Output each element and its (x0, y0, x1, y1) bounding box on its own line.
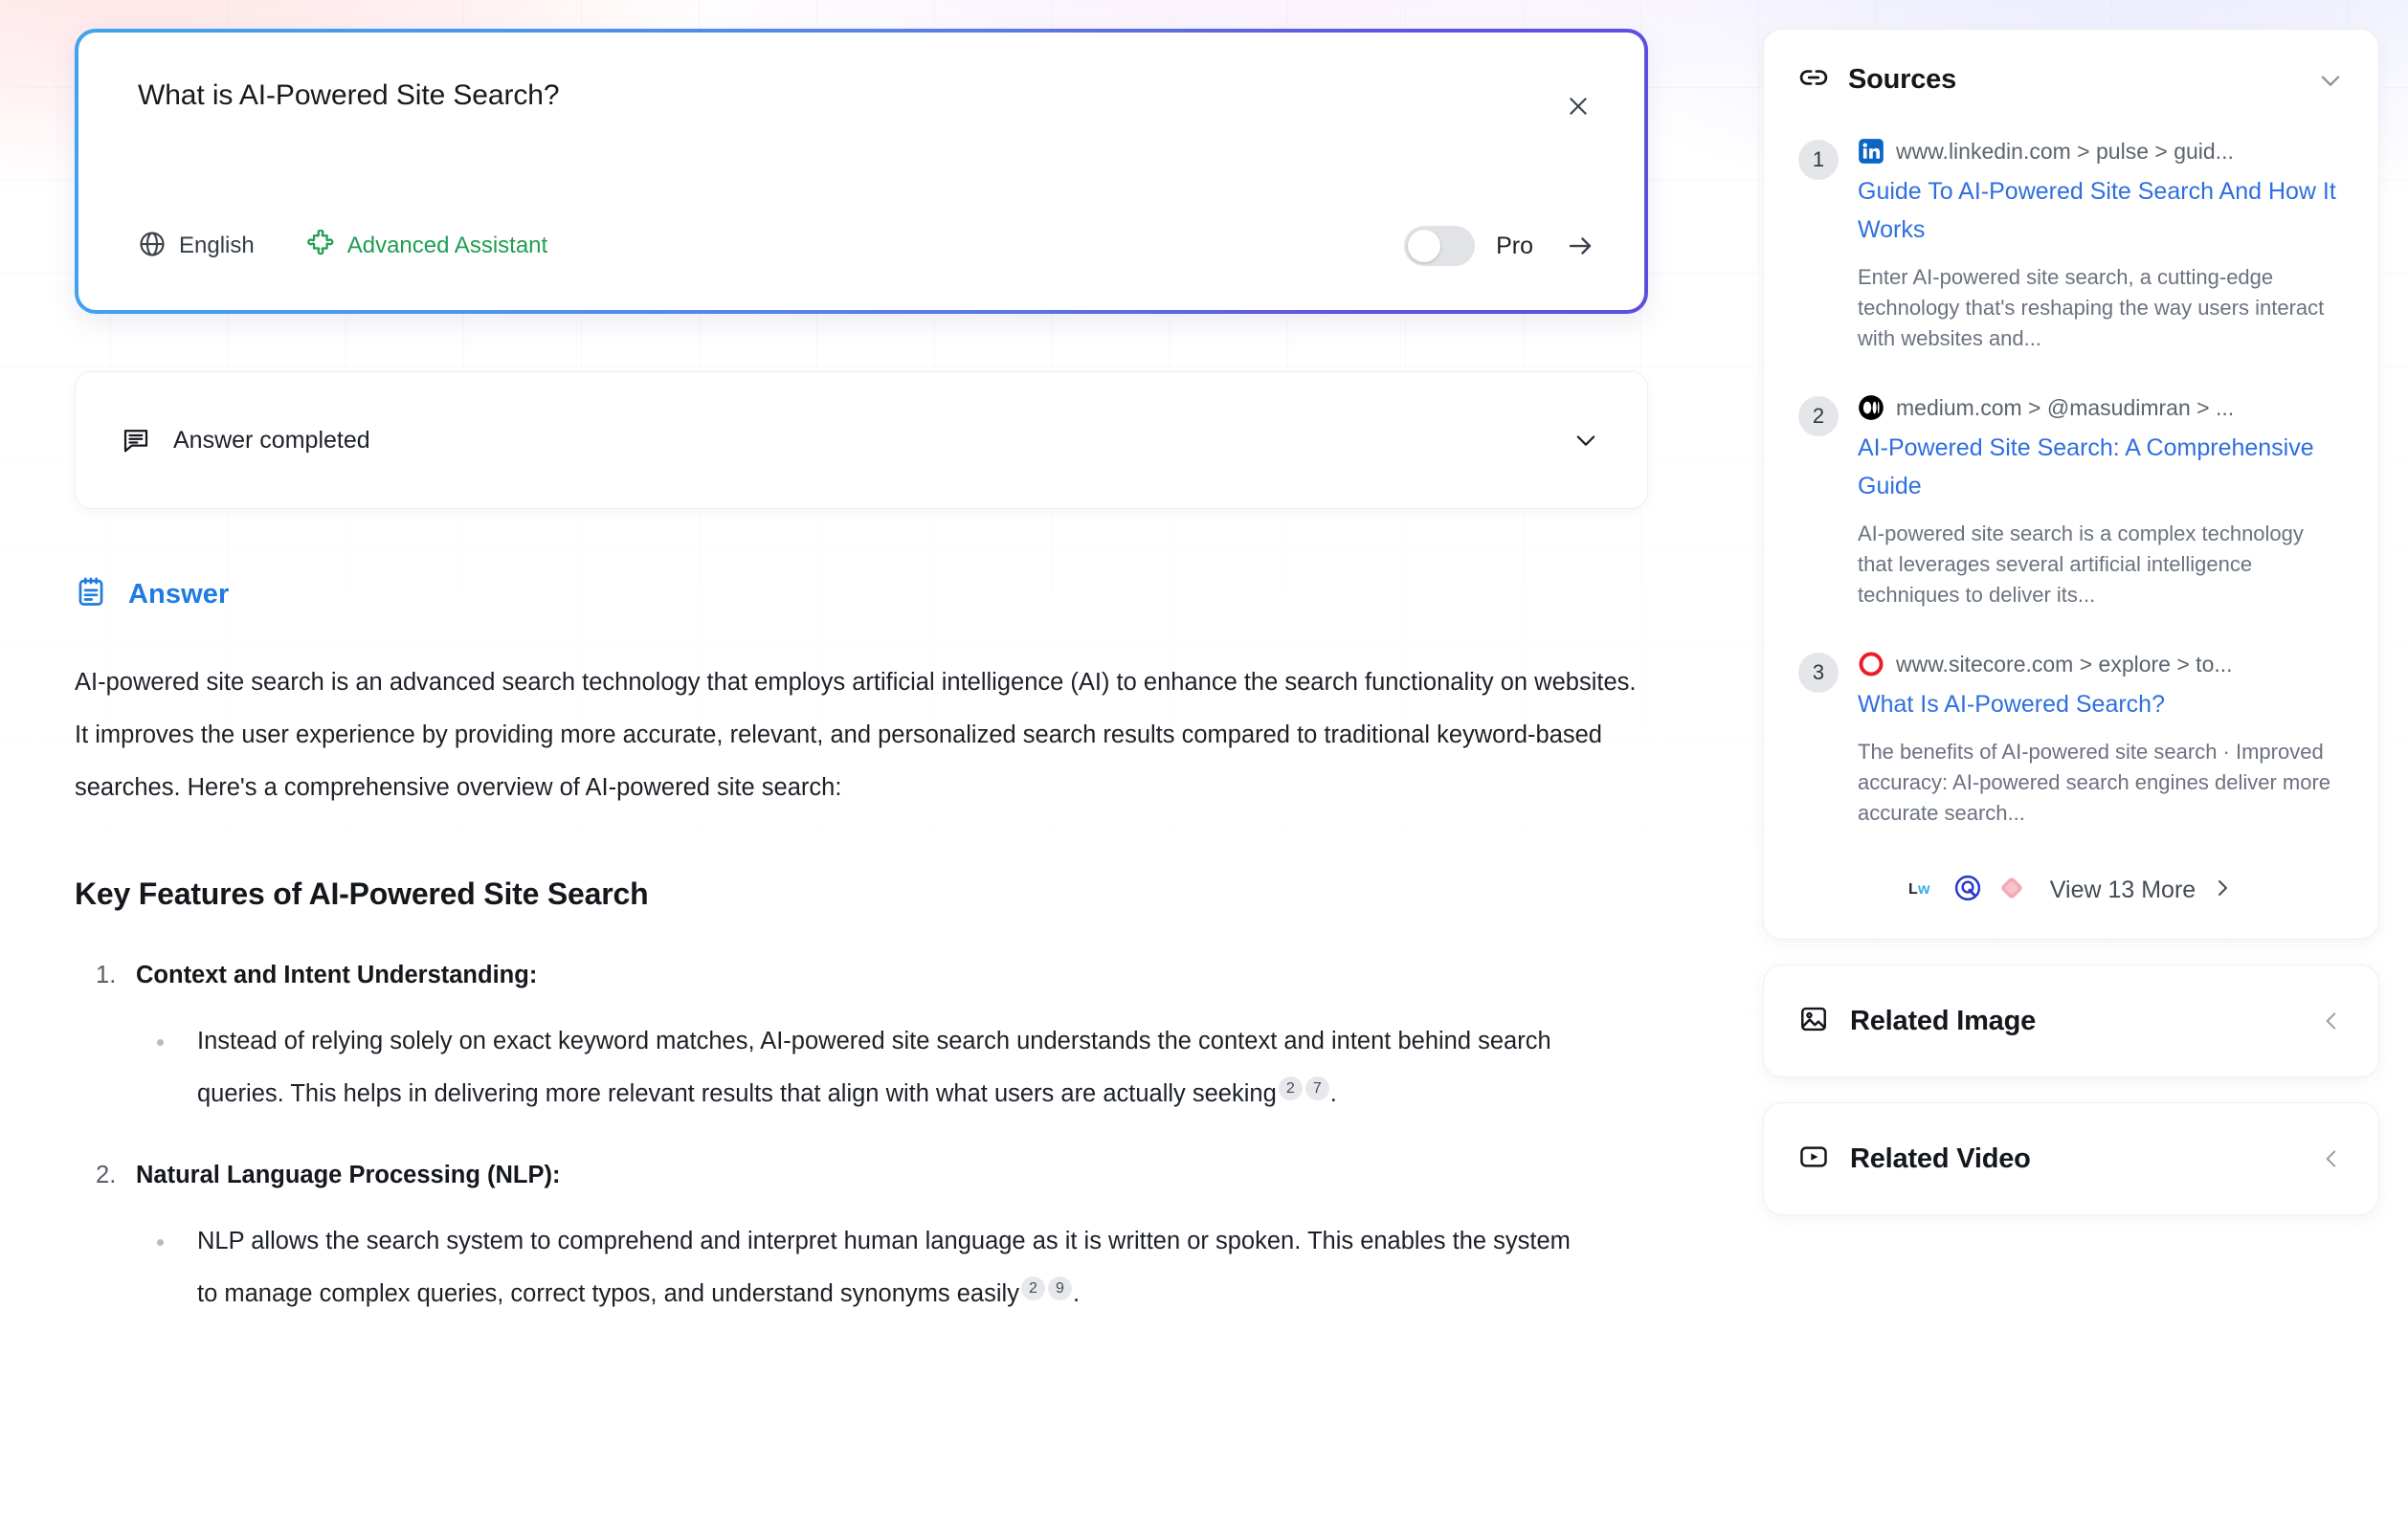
answer-intro-paragraph: AI-powered site search is an advanced se… (75, 669, 1637, 801)
view-more-favicons: L w (1908, 875, 2025, 906)
feature-detail-tail: . (1072, 1280, 1081, 1307)
source-title[interactable]: What Is AI-Powered Search? (1858, 685, 2344, 723)
related-image-title: Related Image (1850, 1005, 2037, 1036)
svg-text:L: L (1908, 881, 1918, 898)
close-icon[interactable] (1562, 90, 1594, 122)
related-video-panel[interactable]: Related Video (1763, 1102, 2379, 1215)
list-item: Context and Intent Understanding: Instea… (75, 949, 1648, 1121)
linkedin-icon (1858, 138, 1884, 165)
source-snippet: The benefits of AI-powered site search ·… (1858, 740, 2331, 825)
image-icon (1798, 1004, 1829, 1039)
feature-detail-tail: . (1329, 1080, 1337, 1107)
sources-panel: Sources 1 www.linkedin.com > pulse > gui… (1763, 29, 2379, 940)
source-body: www.sitecore.com > explore > to... What … (1858, 651, 2344, 829)
citation-badge[interactable]: 7 (1304, 1076, 1329, 1100)
svg-text:w: w (1917, 881, 1930, 898)
list-item: Instead of relying solely on exact keywo… (136, 1015, 1591, 1121)
answer-status-bar[interactable]: Answer completed (75, 371, 1648, 509)
search-box-footer: English Advanced Assistant Pro (138, 224, 1598, 268)
main-column: What is AI-Powered Site Search? English … (75, 29, 1648, 1320)
advanced-assistant-toggle[interactable]: Advanced Assistant (306, 228, 548, 263)
list-item: Natural Language Processing (NLP): NLP a… (75, 1149, 1648, 1320)
puzzle-piece-icon (306, 228, 335, 263)
source-title[interactable]: AI-Powered Site Search: A Comprehensive … (1858, 429, 2344, 505)
source-url-row: medium.com > @masudimran > ... (1858, 394, 2344, 421)
chevron-down-icon[interactable] (1572, 427, 1599, 454)
chevron-left-icon[interactable] (2319, 1146, 2344, 1171)
feature-sub-list: Instead of relying solely on exact keywo… (136, 1015, 1648, 1121)
language-label: English (179, 233, 255, 258)
feature-detail-text: Instead of relying solely on exact keywo… (197, 1028, 1551, 1107)
source-url: medium.com > @masudimran > ... (1896, 394, 2235, 420)
view-more-label: View 13 More (2049, 876, 2196, 903)
source-item[interactable]: 3 www.sitecore.com > explore > to... Wha… (1798, 651, 2344, 829)
source-snippet: AI-powered site search is a complex tech… (1858, 521, 2304, 607)
feature-title: Context and Intent Understanding: (136, 962, 538, 988)
source-item[interactable]: 1 www.linkedin.com > pulse > guid... Gui… (1798, 138, 2344, 354)
q-circle-icon (1954, 875, 1981, 906)
related-image-panel[interactable]: Related Image (1763, 965, 2379, 1077)
message-lines-icon (122, 426, 150, 455)
source-snippet: Enter AI-powered site search, a cutting-… (1858, 265, 2325, 350)
source-url-row: www.linkedin.com > pulse > guid... (1858, 138, 2344, 165)
globe-icon (138, 230, 167, 263)
source-url-row: www.sitecore.com > explore > to... (1858, 651, 2344, 677)
related-video-title: Related Video (1850, 1143, 2031, 1174)
citation-badge[interactable]: 9 (1047, 1276, 1072, 1300)
video-play-icon (1798, 1142, 1829, 1177)
page-root: What is AI-Powered Site Search? English … (0, 0, 2408, 1531)
source-item[interactable]: 2 medium.com > @masudimran > ... AI-Powe… (1798, 394, 2344, 610)
chevron-left-icon[interactable] (2319, 1009, 2344, 1033)
feature-detail-text: NLP allows the search system to comprehe… (197, 1228, 1571, 1307)
search-input[interactable]: What is AI-Powered Site Search? (138, 77, 1602, 114)
search-box-actions: Pro (1404, 226, 1598, 266)
source-number: 1 (1798, 140, 1839, 180)
notepad-icon (75, 576, 107, 613)
link-icon (1798, 62, 1829, 98)
advanced-assistant-label: Advanced Assistant (346, 233, 548, 258)
feature-sub-list: NLP allows the search system to comprehe… (136, 1215, 1648, 1320)
pro-toggle-switch[interactable] (1404, 226, 1476, 266)
citation-badge[interactable]: 2 (1020, 1276, 1045, 1300)
submit-button[interactable] (1562, 228, 1598, 264)
source-url: www.linkedin.com > pulse > guid... (1896, 138, 2234, 164)
features-heading: Key Features of AI-Powered Site Search (75, 876, 649, 911)
sources-header: Sources (1798, 62, 2344, 98)
language-selector[interactable]: English (138, 230, 255, 263)
feature-title: Natural Language Processing (NLP): (136, 1162, 561, 1188)
chevron-down-icon[interactable] (2317, 67, 2344, 94)
citation-badge[interactable]: 2 (1278, 1076, 1303, 1100)
source-number: 3 (1798, 653, 1839, 693)
source-url: www.sitecore.com > explore > to... (1896, 651, 2233, 677)
answer-status-label: Answer completed (173, 426, 370, 454)
answer-title: Answer (128, 579, 230, 610)
view-more-sources-button[interactable]: L w View 13 More (1798, 875, 2344, 906)
search-box-inner: What is AI-Powered Site Search? English … (78, 33, 1644, 310)
sitecore-icon (1858, 651, 1884, 677)
sidebar: Sources 1 www.linkedin.com > pulse > gui… (1763, 29, 2379, 1215)
source-title[interactable]: Guide To AI-Powered Site Search And How … (1858, 172, 2344, 249)
pro-label: Pro (1496, 232, 1533, 259)
features-list: Context and Intent Understanding: Instea… (75, 949, 1648, 1320)
source-body: medium.com > @masudimran > ... AI-Powere… (1858, 394, 2344, 610)
answer-header: Answer (75, 576, 1648, 613)
source-body: www.linkedin.com > pulse > guid... Guide… (1858, 138, 2344, 354)
pink-diamond-icon (1998, 875, 2025, 906)
search-box: What is AI-Powered Site Search? English … (75, 29, 1648, 314)
chevron-right-icon (2211, 876, 2234, 904)
lw-icon: L w (1908, 876, 1937, 904)
sources-title: Sources (1848, 64, 1957, 95)
source-number: 2 (1798, 396, 1839, 436)
list-item: NLP allows the search system to comprehe… (136, 1215, 1591, 1320)
medium-icon (1858, 394, 1884, 421)
answer-body: AI-powered site search is an advanced se… (75, 656, 1648, 1320)
